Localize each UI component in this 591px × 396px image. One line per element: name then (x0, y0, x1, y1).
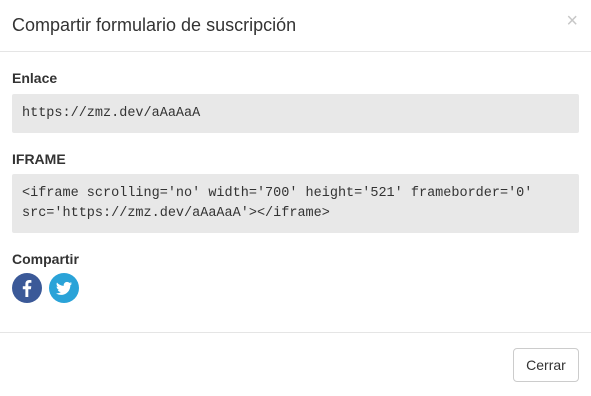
close-button[interactable]: Cerrar (513, 348, 579, 382)
facebook-icon (22, 280, 32, 297)
iframe-code-line-1: <iframe scrolling='no' width='700' heigh… (22, 186, 533, 201)
link-label: Enlace (12, 70, 58, 86)
share-buttons (12, 273, 82, 303)
iframe-label: IFRAME (12, 151, 66, 167)
link-field[interactable]: https://zmz.dev/aAaAaA (12, 94, 579, 133)
share-form-modal: Compartir formulario de suscripción × En… (0, 0, 591, 396)
modal-header: Compartir formulario de suscripción × (0, 0, 591, 52)
twitter-icon (56, 281, 73, 295)
iframe-code-field[interactable]: <iframe scrolling='no' width='700' heigh… (12, 174, 579, 233)
close-icon[interactable]: × (566, 11, 578, 31)
facebook-share-button[interactable] (12, 273, 42, 303)
modal-title: Compartir formulario de suscripción (12, 15, 297, 35)
iframe-code-line-2: src='https://zmz.dev/aAaAaA'></iframe> (22, 206, 330, 221)
twitter-share-button[interactable] (49, 273, 80, 303)
modal-footer: Cerrar (0, 332, 591, 396)
share-label: Compartir (12, 251, 79, 267)
